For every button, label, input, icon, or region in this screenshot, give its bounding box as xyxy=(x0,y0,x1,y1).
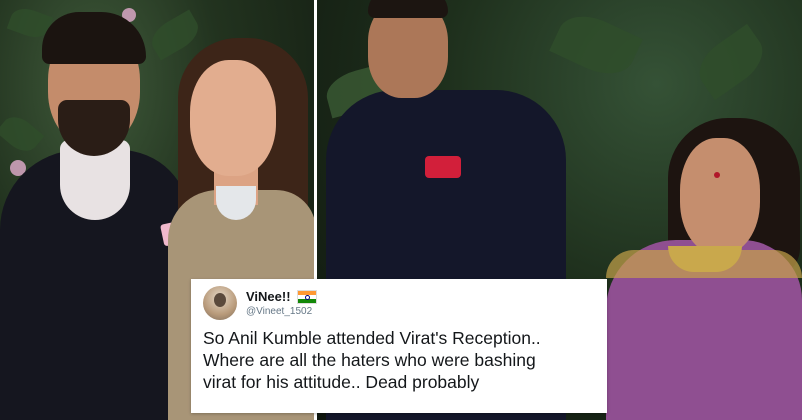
display-name[interactable]: ViNee!! xyxy=(246,289,291,304)
tweet-author: ViNee!! @Vineet_1502 xyxy=(246,289,317,317)
tweet-header: ViNee!! @Vineet_1502 xyxy=(203,285,595,321)
bindi xyxy=(714,172,720,178)
avatar-person-icon xyxy=(214,293,226,307)
kumble-pocket-square xyxy=(425,156,461,178)
tweet-text-line: Where are all the haters who were bashin… xyxy=(203,350,536,370)
foliage-leaf xyxy=(145,9,205,61)
user-handle[interactable]: @Vineet_1502 xyxy=(246,306,317,317)
kumble-hair xyxy=(368,0,448,18)
tweet-text-line: virat for his attitude.. Dead probably xyxy=(203,372,480,392)
tweet-text-line: So Anil Kumble attended Virat's Receptio… xyxy=(203,328,541,348)
avatar[interactable] xyxy=(203,286,237,320)
chethana-face xyxy=(680,138,760,254)
foliage-leaf xyxy=(689,23,773,101)
anushka-face xyxy=(190,60,276,176)
foliage-leaf xyxy=(0,110,45,158)
collage-image: ViNee!! @Vineet_1502 So Anil Kumble atte… xyxy=(0,0,802,420)
tweet-text: So Anil Kumble attended Virat's Receptio… xyxy=(203,327,595,393)
tweet-card[interactable]: ViNee!! @Vineet_1502 So Anil Kumble atte… xyxy=(191,279,607,413)
name-row: ViNee!! xyxy=(246,289,317,304)
india-flag-icon xyxy=(296,289,317,304)
foliage-leaf xyxy=(549,5,643,85)
